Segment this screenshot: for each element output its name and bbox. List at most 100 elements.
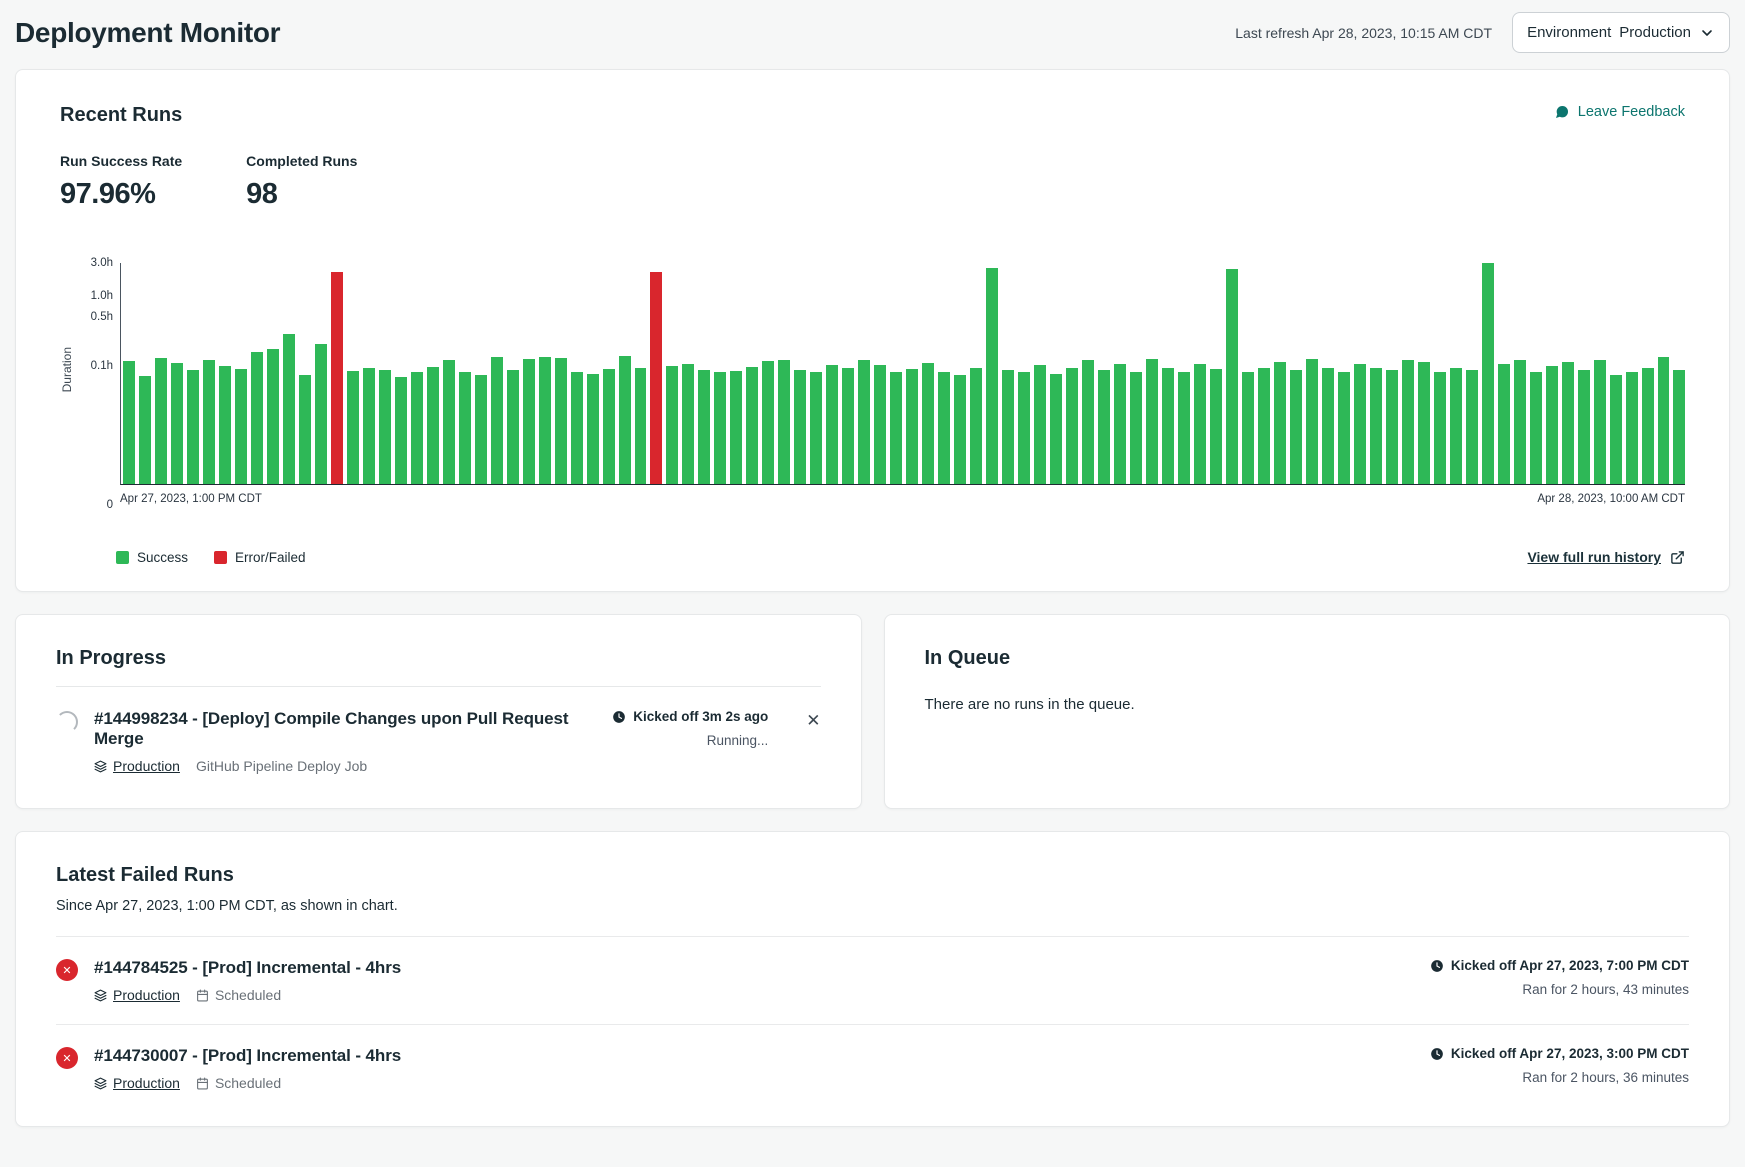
run-bar[interactable] — [1258, 368, 1270, 484]
run-bar[interactable] — [1178, 372, 1190, 484]
leave-feedback-link[interactable]: Leave Feedback — [1554, 104, 1685, 120]
run-bar[interactable] — [650, 272, 662, 484]
run-bar[interactable] — [187, 370, 199, 484]
run-bar[interactable] — [682, 364, 694, 484]
run-bar[interactable] — [1162, 368, 1174, 484]
environment-link[interactable]: Production — [94, 1075, 180, 1091]
run-bar[interactable] — [762, 361, 774, 484]
run-bar[interactable] — [1673, 370, 1685, 484]
run-bar[interactable] — [1322, 368, 1334, 484]
run-bar[interactable] — [459, 372, 471, 484]
run-bar[interactable] — [395, 377, 407, 484]
run-bar[interactable] — [203, 360, 215, 484]
environment-link[interactable]: Production — [94, 987, 180, 1003]
run-bar[interactable] — [858, 360, 870, 484]
run-bar[interactable] — [331, 272, 343, 484]
run-bar[interactable] — [443, 360, 455, 484]
run-bar[interactable] — [491, 357, 503, 484]
run-bar[interactable] — [363, 368, 375, 484]
run-bar[interactable] — [1594, 360, 1606, 484]
run-bar[interactable] — [1514, 360, 1526, 484]
run-bar[interactable] — [1290, 370, 1302, 484]
run-bar[interactable] — [1498, 364, 1510, 484]
run-bar[interactable] — [619, 356, 631, 484]
run-bar[interactable] — [746, 367, 758, 484]
run-bar[interactable] — [1034, 365, 1046, 484]
run-bar[interactable] — [842, 368, 854, 484]
run-bar[interactable] — [251, 352, 263, 484]
run-bar[interactable] — [794, 370, 806, 484]
run-bar[interactable] — [1018, 372, 1030, 484]
run-bar[interactable] — [1418, 362, 1430, 484]
run-bar[interactable] — [555, 358, 567, 484]
run-bar[interactable] — [1466, 370, 1478, 484]
run-bar[interactable] — [571, 372, 583, 484]
run-bar[interactable] — [778, 360, 790, 484]
run-bar[interactable] — [1274, 362, 1286, 484]
environment-link[interactable]: Production — [94, 758, 180, 774]
run-bar[interactable] — [171, 363, 183, 484]
run-bar[interactable] — [283, 334, 295, 484]
run-bar[interactable] — [922, 363, 934, 484]
run-bar[interactable] — [1242, 372, 1254, 484]
run-bar[interactable] — [1546, 366, 1558, 484]
run-bar[interactable] — [523, 359, 535, 484]
run-bar[interactable] — [1338, 372, 1350, 484]
run-bar[interactable] — [1386, 370, 1398, 484]
run-bar[interactable] — [379, 370, 391, 484]
run-bar[interactable] — [1146, 359, 1158, 484]
run-bar[interactable] — [1066, 368, 1078, 484]
run-bar[interactable] — [1562, 362, 1574, 484]
view-full-run-history-link[interactable]: View full run history — [1527, 549, 1685, 565]
run-bar[interactable] — [874, 365, 886, 484]
run-bar[interactable] — [1306, 359, 1318, 484]
run-bar[interactable] — [235, 369, 247, 484]
run-bar[interactable] — [475, 375, 487, 484]
run-bar[interactable] — [1370, 368, 1382, 484]
run-bar[interactable] — [123, 361, 135, 484]
run-bar[interactable] — [539, 357, 551, 484]
run-bar[interactable] — [1610, 375, 1622, 484]
run-bar[interactable] — [1482, 263, 1494, 484]
run-bar[interactable] — [906, 369, 918, 484]
run-bar[interactable] — [890, 372, 902, 484]
run-bar[interactable] — [1098, 370, 1110, 484]
run-bar[interactable] — [1530, 372, 1542, 484]
run-bar[interactable] — [1354, 364, 1366, 484]
run-bar[interactable] — [1642, 368, 1654, 484]
run-bar[interactable] — [219, 366, 231, 484]
run-bar[interactable] — [1402, 360, 1414, 484]
run-bar[interactable] — [666, 366, 678, 484]
run-bar[interactable] — [1210, 369, 1222, 484]
run-bar[interactable] — [267, 349, 279, 484]
run-bar[interactable] — [155, 358, 167, 484]
run-bar[interactable] — [1082, 360, 1094, 484]
run-bar[interactable] — [139, 376, 151, 484]
run-bar[interactable] — [714, 372, 726, 484]
run-bar[interactable] — [1450, 368, 1462, 484]
run-bar[interactable] — [603, 369, 615, 484]
environment-dropdown[interactable]: Environment Production — [1512, 12, 1730, 53]
run-bar[interactable] — [347, 371, 359, 484]
run-bar[interactable] — [1002, 370, 1014, 484]
run-bar[interactable] — [1194, 364, 1206, 484]
run-bar[interactable] — [986, 268, 998, 484]
run-bar[interactable] — [1114, 364, 1126, 484]
run-bar[interactable] — [507, 370, 519, 484]
run-bar[interactable] — [1658, 357, 1670, 484]
run-bar[interactable] — [587, 374, 599, 484]
run-bar[interactable] — [635, 368, 647, 484]
run-bar[interactable] — [1050, 374, 1062, 484]
run-bar[interactable] — [1578, 370, 1590, 484]
run-bar[interactable] — [299, 375, 311, 484]
dismiss-run-button[interactable]: ✕ — [806, 712, 820, 729]
run-bar[interactable] — [1434, 372, 1446, 484]
run-bar[interactable] — [427, 367, 439, 484]
run-bar[interactable] — [810, 372, 822, 484]
run-bar[interactable] — [826, 365, 838, 484]
run-bar[interactable] — [411, 372, 423, 484]
run-bar[interactable] — [698, 370, 710, 484]
run-bar[interactable] — [1226, 269, 1238, 484]
run-bar[interactable] — [1626, 372, 1638, 484]
run-bar[interactable] — [315, 344, 327, 484]
